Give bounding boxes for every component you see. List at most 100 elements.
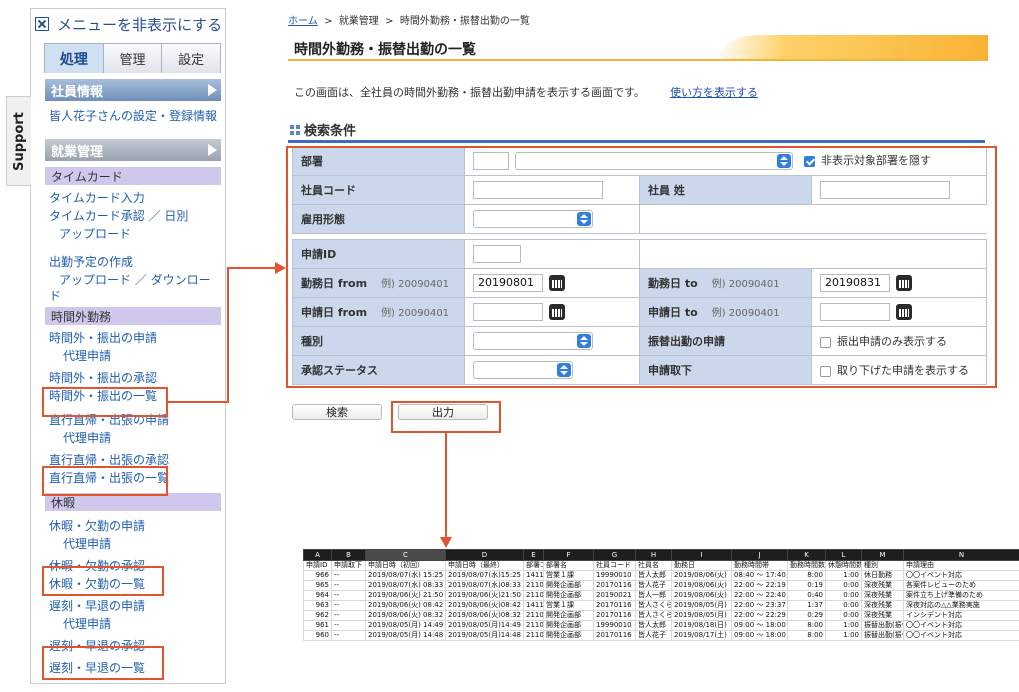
table-row: 961 -- 2019/08/05(月) 14:49 2019/08/05(月)14:… xyxy=(303,620,1019,631)
excel-cell: K xyxy=(787,549,826,561)
excel-cell: 種別 xyxy=(861,560,904,571)
excel-cell: G xyxy=(593,549,636,561)
excel-cell: 振替出勤(振休) xyxy=(861,630,904,641)
breadcrumb-home[interactable]: ホーム xyxy=(288,16,318,27)
table-row: 964 -- 2019/08/06(火) 21:50 2019/08/06(火)21:… xyxy=(303,590,1019,601)
title-swoosh xyxy=(718,35,988,61)
excel-cell: 09:00 〜 18:00 xyxy=(731,620,788,631)
excel-header-row: 申請ID申請取下申請日時（初回）申請日時（最終）部署コード部署名社員コード社員名… xyxy=(303,560,1019,571)
excel-cell: 〇〇イベント対応 xyxy=(903,570,1019,581)
excel-cell: 開発企画部 xyxy=(543,620,594,631)
breadcrumb-work: 就業管理 xyxy=(338,16,379,27)
search-conditions-heading: 検索条件 xyxy=(290,120,356,139)
excel-cell: 2110 xyxy=(523,620,544,631)
support-tab-label: Support xyxy=(11,111,27,171)
tab-process[interactable]: 処理 xyxy=(44,43,104,73)
excel-cell: 963 xyxy=(303,600,332,611)
tab-settings[interactable]: 設定 xyxy=(161,43,222,73)
excel-cell: 1:00 xyxy=(825,620,862,631)
sidebar-item-leave-apply[interactable]: 休暇・欠勤の申請 xyxy=(31,517,225,535)
table-row: 960 -- 2019/08/05(月) 14:48 2019/08/05(月)14:… xyxy=(303,630,1019,641)
excel-cell: 2019/08/05(月)14:49 xyxy=(445,620,524,631)
excel-cell: 深夜残業 xyxy=(861,580,904,591)
sidebar-item-overtime-apply[interactable]: 時間外・振出の申請 xyxy=(31,329,225,347)
excel-cell: インシデント対応 xyxy=(903,610,1019,621)
excel-cell: 2110 xyxy=(523,610,544,621)
work-management-section[interactable]: 就業管理 xyxy=(45,139,221,161)
sidebar-tabs: 処理 管理 設定 xyxy=(44,43,222,73)
sidebar-item-late-apply[interactable]: 遅刻・早退の申請 xyxy=(31,597,225,615)
excel-cell: 皆人太郎 xyxy=(635,570,672,581)
excel-cell: L xyxy=(825,549,862,561)
arrow-head-icon xyxy=(275,262,286,274)
excel-cell: N xyxy=(903,549,1019,561)
excel-cell: 2019/08/06(火) xyxy=(671,590,732,601)
employee-info-section[interactable]: 社員情報 xyxy=(45,79,221,101)
excel-cell: 0:00 xyxy=(825,580,862,591)
excel-cell: 964 xyxy=(303,590,332,601)
excel-table: A B C D E F G H I J K L M N 申請ID 申請取下 申請日時（初回） 申請日時（最終） 部署… xyxy=(303,549,1019,641)
excel-cell: 休憩時間数 xyxy=(825,560,862,571)
excel-cell: 20170116 xyxy=(593,600,636,611)
excel-cell: 皆人一郎 xyxy=(635,590,672,601)
sidebar-item-overtime-approve[interactable]: 時間外・振出の承認 xyxy=(31,369,225,387)
excel-cell: 2019/08/06(火)21:50 xyxy=(445,590,524,601)
excel-cell: 2019/08/05(月) xyxy=(671,610,732,621)
search-conditions-label: 検索条件 xyxy=(304,124,357,139)
excel-cell: 960 xyxy=(303,630,332,641)
excel-cell: 2110 xyxy=(523,580,544,591)
hide-menu-toggle[interactable]: メニューを非表示にする xyxy=(31,9,225,39)
excel-cell: A xyxy=(303,549,332,561)
highlight-output-button xyxy=(391,401,501,433)
sidebar-item-timecard-input[interactable]: タイムカード入力 xyxy=(31,189,225,207)
sidebar-item-late-proxy[interactable]: 代理申請 xyxy=(31,615,225,633)
support-tab[interactable]: Support xyxy=(6,96,31,186)
excel-cell: 2019/08/06(火) 08:42 xyxy=(365,600,446,611)
excel-cell: 965 xyxy=(303,580,332,591)
excel-cell: H xyxy=(635,549,672,561)
excel-cell: 皆人太郎 xyxy=(635,620,672,631)
excel-cell: 22:00 〜 23:37 xyxy=(731,600,788,611)
excel-cell: F xyxy=(543,549,594,561)
excel-cell: 2019/08/07(水) 08:33 xyxy=(365,580,446,591)
sidebar-item-leave-proxy[interactable]: 代理申請 xyxy=(31,535,225,553)
excel-cell: 2019/08/06(火)08:42 xyxy=(445,600,524,611)
sidebar-item-overtime-proxy[interactable]: 代理申請 xyxy=(31,347,225,365)
sidebar-item-timecard-approve[interactable]: タイムカード承認 ／ 日別 xyxy=(31,207,225,225)
excel-cell: -- xyxy=(331,620,366,631)
tab-manage[interactable]: 管理 xyxy=(102,43,163,73)
search-button[interactable]: 検索 xyxy=(292,404,382,420)
excel-cell: 勤務時間帯 xyxy=(731,560,788,571)
arrow-line xyxy=(168,401,228,403)
conditions-divider xyxy=(288,140,985,143)
expand-arrow-icon xyxy=(208,144,217,156)
excel-cell: M xyxy=(861,549,904,561)
excel-cell: 22:00 〜 22:29 xyxy=(731,610,788,621)
collapse-icon xyxy=(35,17,49,31)
timecard-subhead: タイムカード xyxy=(45,167,221,185)
sidebar-item-direct-proxy[interactable]: 代理申請 xyxy=(31,429,225,447)
excel-cell: 08:40 〜 17:40 xyxy=(731,570,788,581)
excel-cell: 2019/08/05(月) xyxy=(671,600,732,611)
excel-cell: 09:00 〜 18:00 xyxy=(731,630,788,641)
page-title: 時間外勤務・振替出勤の一覧 xyxy=(294,42,476,58)
sidebar-item-schedule-create[interactable]: 出勤予定の作成 xyxy=(31,253,225,271)
sidebar-item-schedule-updown-wrap[interactable]: ド xyxy=(31,289,225,303)
excel-cell: 2019/08/06(火)08:32 xyxy=(445,610,524,621)
excel-cell: 19990010 xyxy=(593,620,636,631)
excel-cell: J xyxy=(731,549,788,561)
table-row: 965 -- 2019/08/07(水) 08:33 2019/08/07(水)08:… xyxy=(303,580,1019,591)
show-usage-link[interactable]: 使い方を表示する xyxy=(670,84,758,100)
arrow-line xyxy=(445,433,447,538)
employee-settings-link[interactable]: 皆人花子さんの設定・登録情報 xyxy=(31,107,225,125)
excel-cell: D xyxy=(445,549,524,561)
excel-cell: 休日勤務 xyxy=(861,570,904,581)
work-management-label: 就業管理 xyxy=(51,144,104,160)
highlight-leave-list xyxy=(42,566,164,596)
sidebar-item-schedule-updown[interactable]: アップロード ／ ダウンロー xyxy=(31,271,225,289)
page-description: この画面は、全社員の時間外勤務・振替出勤申請を表示する画面です。 xyxy=(294,86,645,99)
excel-cell: 1:00 xyxy=(825,630,862,641)
sidebar-item-timecard-upload[interactable]: アップロード xyxy=(31,225,225,243)
excel-cell: 1411 xyxy=(523,570,544,581)
excel-cell: 皆人さくら xyxy=(635,600,672,611)
